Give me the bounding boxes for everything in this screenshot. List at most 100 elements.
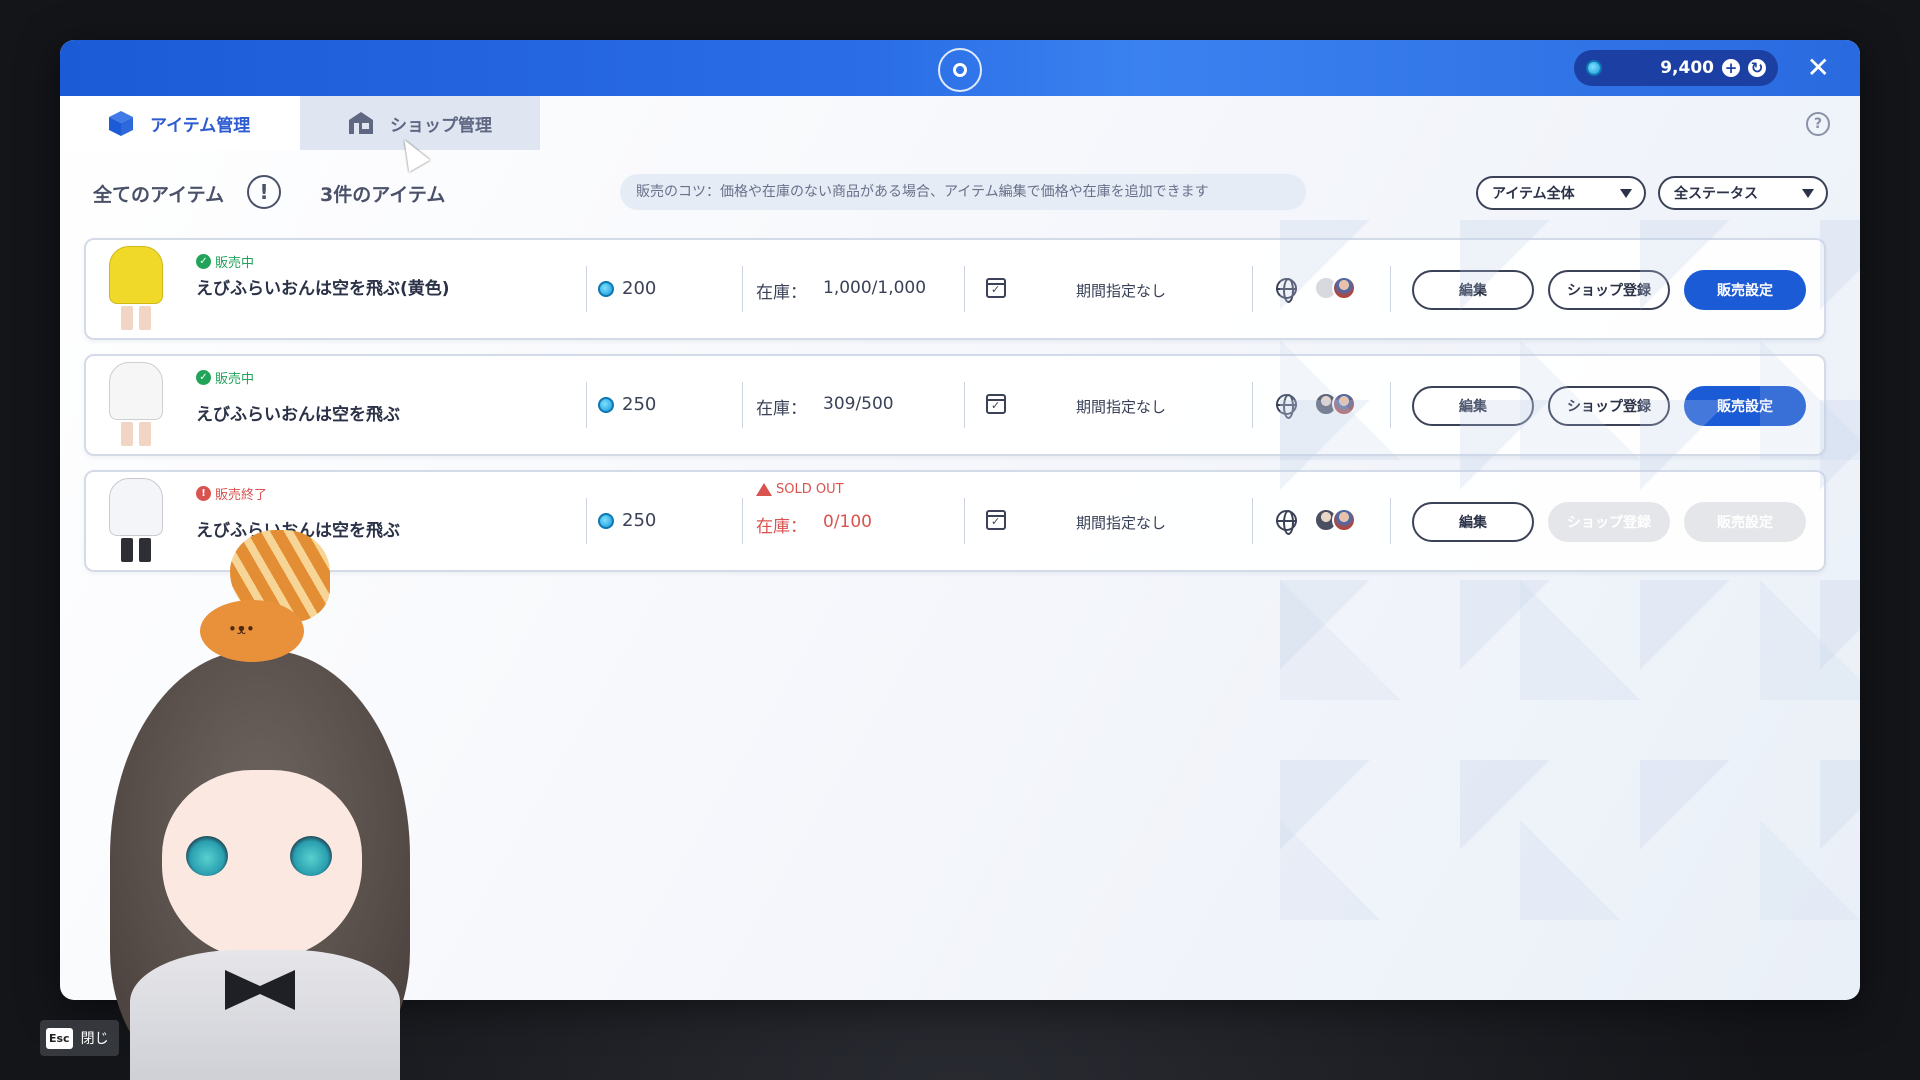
item-thumbnail [100,246,172,334]
stock-label: 在庫： [756,283,807,303]
divider [1390,382,1391,428]
filter-row: 全てのアイテム ! 3件のアイテム 販売のコツ：価格や在庫のない商品がある場合、… [60,172,1860,212]
avatar-eye [290,836,332,876]
currency-display[interactable]: 9,400 + ↻ [1574,50,1778,86]
globe-icon [1276,510,1297,535]
add-currency-icon[interactable]: + [1722,59,1740,77]
avatar-eye [186,836,228,876]
globe-icon [1276,394,1297,419]
stock-label: 在庫： [756,399,807,419]
stock-label: 在庫： [756,517,807,537]
divider [742,266,743,312]
status-select[interactable]: 全ステータス [1658,176,1828,210]
item-stock: 在庫： 309/500 [756,394,894,419]
coin-icon [1586,60,1602,76]
status-text: 販売中 [215,256,255,271]
coin-icon [598,396,614,413]
avatar [1332,276,1356,300]
warning-icon: ! [196,486,211,501]
all-items-label: 全てのアイテム [93,184,225,206]
warning-triangle-icon [756,483,772,496]
sale-settings-button[interactable]: 販売設定 [1684,270,1806,310]
tab-label: アイテム管理 [150,115,251,136]
shop-register-button[interactable]: ショップ登録 [1548,270,1670,310]
chevron-down-icon [1620,188,1632,198]
info-exclamation-icon[interactable]: ! [247,175,281,209]
status-badge: ✓ 販売中 [196,252,254,271]
tab-bar: アイテム管理 ショップ管理 [60,96,540,150]
currency-amount: 9,400 [1660,58,1714,78]
item-name: えびふらいおんは空を飛ぶ(黄色) [196,279,450,299]
edit-button[interactable]: 編集 [1412,270,1534,310]
divider [964,266,965,312]
divider [964,498,965,544]
sale-period: 期間指定なし [1076,282,1167,300]
status-badge: ✓ 販売中 [196,368,254,387]
item-count: 3件のアイテム [320,184,446,206]
calendar-icon [986,510,1006,530]
item-stock: 在庫： 0/100 [756,512,872,537]
tab-label: ショップ管理 [390,115,492,136]
close-button[interactable]: ✕ [1807,52,1830,84]
cube-icon [109,111,133,136]
price-value: 250 [622,510,657,531]
avatar [1332,392,1356,416]
coin-icon [598,280,614,297]
item-price: 200 [598,278,656,299]
status-text: 販売終了 [215,488,268,503]
help-icon[interactable]: ? [1806,112,1830,136]
divider [1252,382,1253,428]
app-logo-icon [938,48,982,92]
divider [586,266,587,312]
edit-button[interactable]: 編集 [1412,502,1534,542]
avatar-face [162,770,362,960]
calendar-icon [986,394,1006,414]
sale-settings-button: 販売設定 [1684,502,1806,542]
list-item: ✓ 販売中 えびふらいおんは空を飛ぶ(黄色) 200 在庫： 1,000/1,0… [84,238,1826,340]
chevron-down-icon [1802,188,1814,198]
esc-key: Esc [46,1027,73,1049]
edit-button[interactable]: 編集 [1412,386,1534,426]
stock-value: 309/500 [823,394,894,414]
status-text: 販売中 [215,372,255,387]
sale-settings-button[interactable]: 販売設定 [1684,386,1806,426]
shop-register-button[interactable]: ショップ登録 [1548,386,1670,426]
squirrel-icon [200,600,304,662]
divider [1390,266,1391,312]
check-icon: ✓ [196,370,211,385]
stock-value: 0/100 [823,512,872,532]
avatar-group [1314,508,1356,532]
globe-icon [1276,278,1297,303]
esc-close-hint[interactable]: Esc 閉じ [40,1020,119,1056]
vtuber-avatar-overlay [70,530,450,1080]
esc-label: 閉じ [80,1031,109,1047]
status-select-value: 全ステータス [1674,186,1758,202]
item-name: えびふらいおんは空を飛ぶ [196,405,400,425]
divider [1390,498,1391,544]
divider [964,382,965,428]
sale-period: 期間指定なし [1076,398,1167,416]
avatar-outfit [130,950,400,1080]
category-select[interactable]: アイテム全体 [1476,176,1646,210]
calendar-icon [986,278,1006,298]
avatar-group [1314,276,1356,300]
item-price: 250 [598,394,656,415]
sales-tip: 販売のコツ：価格や在庫のない商品がある場合、アイテム編集で価格や在庫を追加できま… [620,174,1306,210]
price-value: 200 [622,278,657,299]
sold-out-badge: SOLD OUT [756,482,844,497]
refresh-currency-icon[interactable]: ↻ [1748,59,1766,77]
divider [586,498,587,544]
item-stock: 在庫： 1,000/1,000 [756,278,926,303]
sold-out-text: SOLD OUT [776,482,844,497]
coin-icon [598,512,614,529]
status-badge: ! 販売終了 [196,484,267,503]
sale-period: 期間指定なし [1076,514,1167,532]
check-icon: ✓ [196,254,211,269]
item-price: 250 [598,510,656,531]
shop-icon [349,112,373,134]
avatar-group [1314,392,1356,416]
price-value: 250 [622,394,657,415]
divider [1252,498,1253,544]
tab-item-management[interactable]: アイテム管理 [60,96,300,150]
divider [586,382,587,428]
